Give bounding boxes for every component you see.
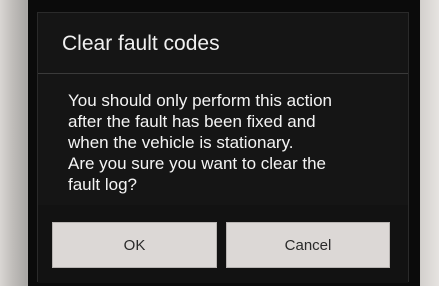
message-line: when the vehicle is stationary. bbox=[68, 133, 294, 152]
message-line: Are you sure you want to clear the bbox=[68, 154, 326, 173]
ok-button[interactable]: OK bbox=[52, 222, 217, 268]
dialog-message: You should only perform this action afte… bbox=[68, 90, 398, 195]
cancel-button[interactable]: Cancel bbox=[226, 222, 390, 268]
title-divider bbox=[38, 73, 408, 74]
dialog-title: Clear fault codes bbox=[62, 32, 220, 55]
message-line: You should only perform this action bbox=[68, 91, 332, 110]
dialog-button-bar: OK Cancel bbox=[38, 205, 408, 283]
message-line: after the fault has been fixed and bbox=[68, 112, 316, 131]
clear-fault-codes-dialog: Clear fault codes You should only perfor… bbox=[37, 12, 409, 283]
message-line: fault log? bbox=[68, 175, 137, 194]
